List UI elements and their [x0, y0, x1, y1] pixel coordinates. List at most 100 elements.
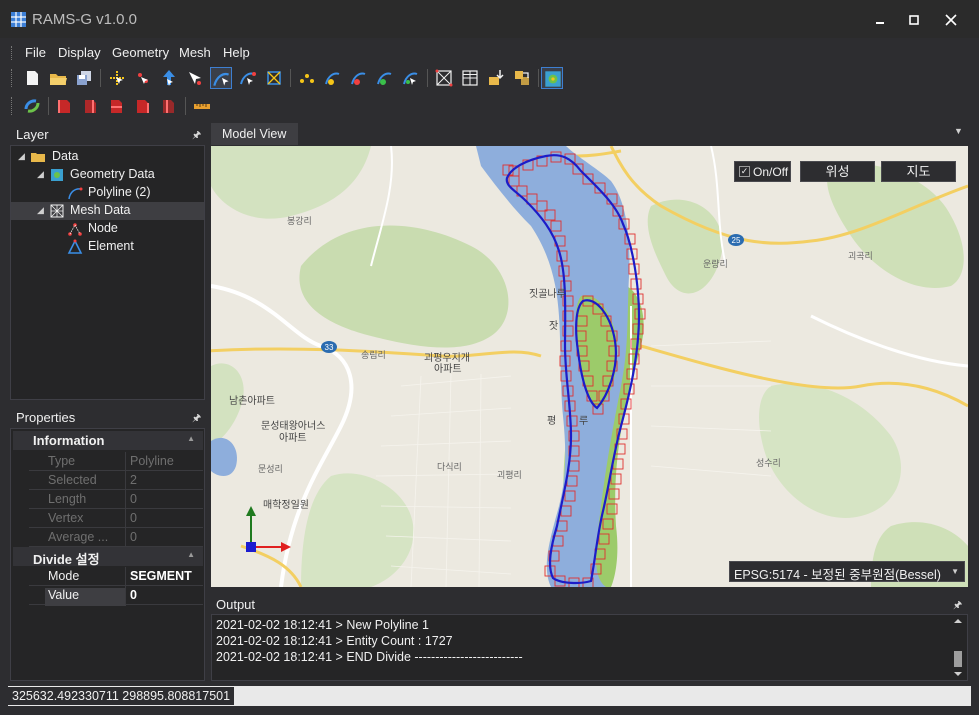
place-label: 괴곡리 — [848, 251, 873, 261]
curve-b-button[interactable] — [348, 67, 370, 89]
maximize-button[interactable] — [900, 8, 928, 32]
add-vertex-button[interactable] — [158, 67, 180, 89]
minimize-button[interactable] — [866, 8, 894, 32]
output-scrollbar[interactable] — [952, 617, 964, 678]
grid-mesh-button[interactable] — [433, 67, 455, 89]
pin-icon[interactable]: 🖈 — [953, 598, 963, 611]
polyline-tool-button[interactable] — [210, 67, 232, 89]
curve-a-button[interactable] — [322, 67, 344, 89]
pin-icon[interactable]: 🖈 — [192, 128, 202, 141]
collapse-arrow-icon[interactable]: ▲ — [187, 434, 195, 443]
property-row-length[interactable]: Length 0 — [29, 490, 203, 509]
curve-c-button[interactable] — [374, 67, 396, 89]
onoff-checkbox[interactable]: ✓ — [739, 166, 750, 177]
tab-dropdown-icon[interactable]: ▼ — [954, 126, 963, 136]
category-divide[interactable]: Divide 설정 ▲ — [13, 547, 203, 567]
toolbar-separator — [427, 69, 428, 87]
place-label: 짓골나루 — [529, 288, 566, 300]
street-map-button[interactable]: 지도 — [881, 161, 956, 182]
cursor-coordinates: 325632.492330711 298895.808817501 — [8, 687, 235, 705]
grid-refine-button[interactable] — [459, 67, 481, 89]
tree-item-mesh-data[interactable]: ◢ Mesh Data — [11, 202, 204, 220]
map-view[interactable]: 33 25 봉강리 운량리 괴곡리 짓골나루 잣 송림리 괴평우지개 아파트 남… — [211, 146, 968, 587]
map-icon — [545, 71, 561, 87]
ruler-icon — [194, 104, 210, 109]
red-box-5-button[interactable] — [158, 95, 180, 117]
edit-polyline-button[interactable] — [237, 67, 259, 89]
property-row-average[interactable]: Average ... 0 — [29, 528, 203, 547]
menu-file[interactable]: File — [25, 45, 46, 60]
map-canvas[interactable]: 33 25 봉강리 운량리 괴곡리 짓골나루 잣 송림리 괴평우지개 아파트 남… — [211, 146, 968, 587]
properties-panel-title: Properties — [16, 410, 76, 425]
close-button[interactable] — [937, 8, 965, 32]
property-key: Length — [48, 492, 87, 506]
toolbar-separator — [290, 69, 291, 87]
grid-mesh-icon — [435, 69, 453, 87]
chevron-down-icon[interactable]: ▼ — [951, 567, 959, 576]
collapse-arrow-icon[interactable]: ◢ — [37, 205, 44, 216]
red-box-1-button[interactable] — [54, 95, 76, 117]
property-value[interactable]: SEGMENT — [125, 567, 203, 586]
move-vertex-button[interactable] — [132, 67, 154, 89]
toolbar-grip[interactable] — [11, 97, 14, 115]
select-arrow-button[interactable] — [184, 67, 206, 89]
collapse-arrow-icon[interactable]: ▲ — [187, 550, 195, 559]
curve-d-button[interactable] — [400, 67, 422, 89]
red-box-4-button[interactable] — [132, 95, 154, 117]
curve-b-icon — [351, 72, 366, 85]
red-box-2-button[interactable] — [80, 95, 102, 117]
menu-geometry[interactable]: Geometry — [112, 45, 169, 60]
node-add-button[interactable] — [296, 67, 318, 89]
property-row-type[interactable]: Type Polyline — [29, 452, 203, 471]
toolbar-grip[interactable] — [11, 69, 14, 87]
tab-model-view[interactable]: Model View — [211, 123, 298, 145]
save-button[interactable] — [73, 67, 95, 89]
tree-item-polyline[interactable]: Polyline (2) — [11, 184, 204, 202]
status-bar: 325632.492330711 298895.808817501 — [8, 686, 971, 706]
open-button[interactable] — [47, 67, 69, 89]
ruler-button[interactable] — [191, 95, 213, 117]
place-label: 아파트 — [434, 363, 462, 375]
menu-mesh[interactable]: Mesh — [179, 45, 211, 60]
mesh-export-button[interactable] — [511, 67, 533, 89]
menu-help[interactable]: Help — [223, 45, 250, 60]
refresh-button[interactable] — [21, 95, 43, 117]
tree-item-geometry-data[interactable]: ◢ Geometry Data — [11, 166, 204, 184]
property-row-vertex[interactable]: Vertex 0 — [29, 509, 203, 528]
layer-panel-title: Layer — [16, 127, 49, 142]
folder-icon — [31, 153, 45, 162]
tree-item-node[interactable]: Node — [11, 220, 204, 238]
mesh-export-icon — [515, 71, 529, 85]
select-vertex-button[interactable] — [106, 67, 128, 89]
crs-select[interactable]: EPSG:5174 - 보정된 중부원점(Bessel) ▼ — [729, 561, 965, 582]
new-file-button[interactable] — [21, 67, 43, 89]
place-label: 매학정일원 — [263, 499, 309, 511]
transform-button[interactable] — [263, 67, 285, 89]
property-row-mode[interactable]: Mode SEGMENT — [29, 567, 203, 586]
curve-a-icon — [325, 72, 340, 85]
maximize-icon — [909, 15, 919, 25]
minimize-icon — [876, 22, 884, 24]
property-value[interactable]: 0 — [125, 586, 203, 605]
tree-item-element[interactable]: Element — [11, 238, 204, 256]
red-box-3-icon — [111, 100, 122, 113]
red-box-4-icon — [137, 100, 149, 113]
property-value: 0 — [125, 528, 203, 547]
tree-item-data[interactable]: ◢ Data — [11, 148, 204, 166]
menu-display[interactable]: Display — [58, 45, 101, 60]
mesh-import-button[interactable] — [485, 67, 507, 89]
collapse-arrow-icon[interactable]: ◢ — [18, 151, 25, 162]
place-label: 문성리 — [258, 464, 283, 474]
transform-icon — [267, 71, 281, 85]
collapse-arrow-icon[interactable]: ◢ — [37, 169, 44, 180]
onoff-label: On/Off — [753, 165, 789, 179]
category-information[interactable]: Information ▲ — [13, 431, 203, 450]
menu-grip[interactable] — [11, 46, 14, 60]
satellite-button[interactable]: 위성 — [800, 161, 875, 182]
property-row-value[interactable]: Value 0 — [29, 586, 203, 606]
property-row-selected[interactable]: Selected 2 — [29, 471, 203, 490]
map-button[interactable] — [541, 67, 563, 89]
map-onoff-toggle[interactable]: ✓ On/Off — [734, 161, 791, 182]
pin-icon[interactable]: 🖈 — [192, 411, 202, 424]
red-box-3-button[interactable] — [106, 95, 128, 117]
